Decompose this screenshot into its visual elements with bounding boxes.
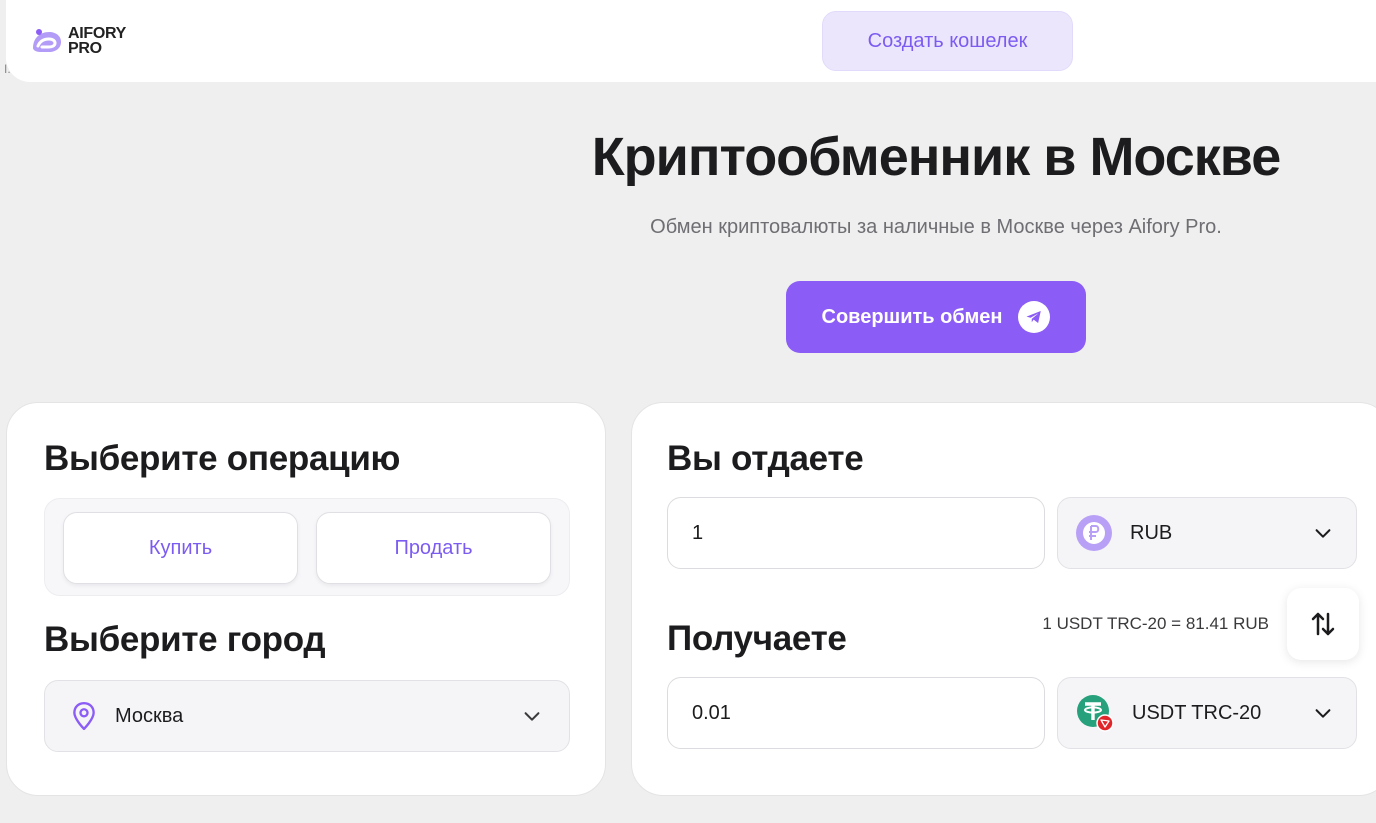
logo-line-1: AIFORY bbox=[68, 25, 127, 42]
make-exchange-label: Совершить обмен bbox=[821, 305, 1003, 328]
telegram-icon bbox=[1018, 301, 1051, 333]
chevron-down-icon bbox=[1315, 709, 1331, 718]
top-header: AIFORY PRO Создать кошелек bbox=[6, 0, 1376, 82]
city-select-value: Москва bbox=[115, 704, 184, 727]
receive-currency-select[interactable]: USDT TRC-20 bbox=[1057, 677, 1357, 749]
create-wallet-button[interactable]: Создать кошелек bbox=[822, 11, 1073, 71]
receive-currency-value: USDT TRC-20 bbox=[1132, 701, 1262, 724]
operation-city-card: Выберите операцию Купить Продать Выберит… bbox=[6, 402, 606, 796]
city-select[interactable]: Москва bbox=[44, 680, 570, 752]
exchange-card: Вы отдаете RUB Получаете 1 USDT TRC-20 =… bbox=[631, 402, 1376, 796]
receive-amount-input[interactable] bbox=[667, 677, 1045, 749]
aifory-logo[interactable]: AIFORY PRO bbox=[30, 24, 126, 58]
aifory-logo-icon bbox=[33, 29, 61, 52]
give-title: Вы отдаете bbox=[667, 439, 864, 478]
receive-title: Получаете bbox=[667, 619, 847, 658]
stray-mark: I. bbox=[4, 62, 11, 76]
sell-button[interactable]: Продать bbox=[316, 512, 551, 584]
tether-tron-icon bbox=[1077, 695, 1114, 732]
give-currency-select[interactable]: RUB bbox=[1057, 497, 1357, 569]
page-subtitle: Обмен криптовалюты за наличные в Москве … bbox=[650, 216, 1222, 238]
buy-button[interactable]: Купить bbox=[63, 512, 298, 584]
city-title: Выберите город bbox=[44, 620, 326, 659]
logo-text: AIFORY PRO bbox=[68, 25, 127, 57]
swap-currencies-button[interactable] bbox=[1287, 588, 1359, 660]
give-currency-value: RUB bbox=[1130, 521, 1173, 544]
location-pin-icon bbox=[73, 701, 95, 731]
give-amount-input[interactable] bbox=[667, 497, 1045, 569]
operation-toggle-group: Купить Продать bbox=[44, 498, 570, 596]
logo-line-2: PRO bbox=[68, 40, 102, 57]
ruble-icon bbox=[1076, 515, 1112, 551]
make-exchange-button[interactable]: Совершить обмен bbox=[786, 281, 1086, 353]
operation-title: Выберите операцию bbox=[44, 439, 401, 478]
page-title: Криптообменник в Москве bbox=[591, 127, 1282, 187]
chevron-down-icon bbox=[1315, 529, 1331, 538]
swap-arrows-icon bbox=[1311, 612, 1335, 636]
chevron-down-icon bbox=[524, 712, 540, 721]
exchange-rate: 1 USDT TRC-20 = 81.41 RUB bbox=[1042, 614, 1269, 633]
